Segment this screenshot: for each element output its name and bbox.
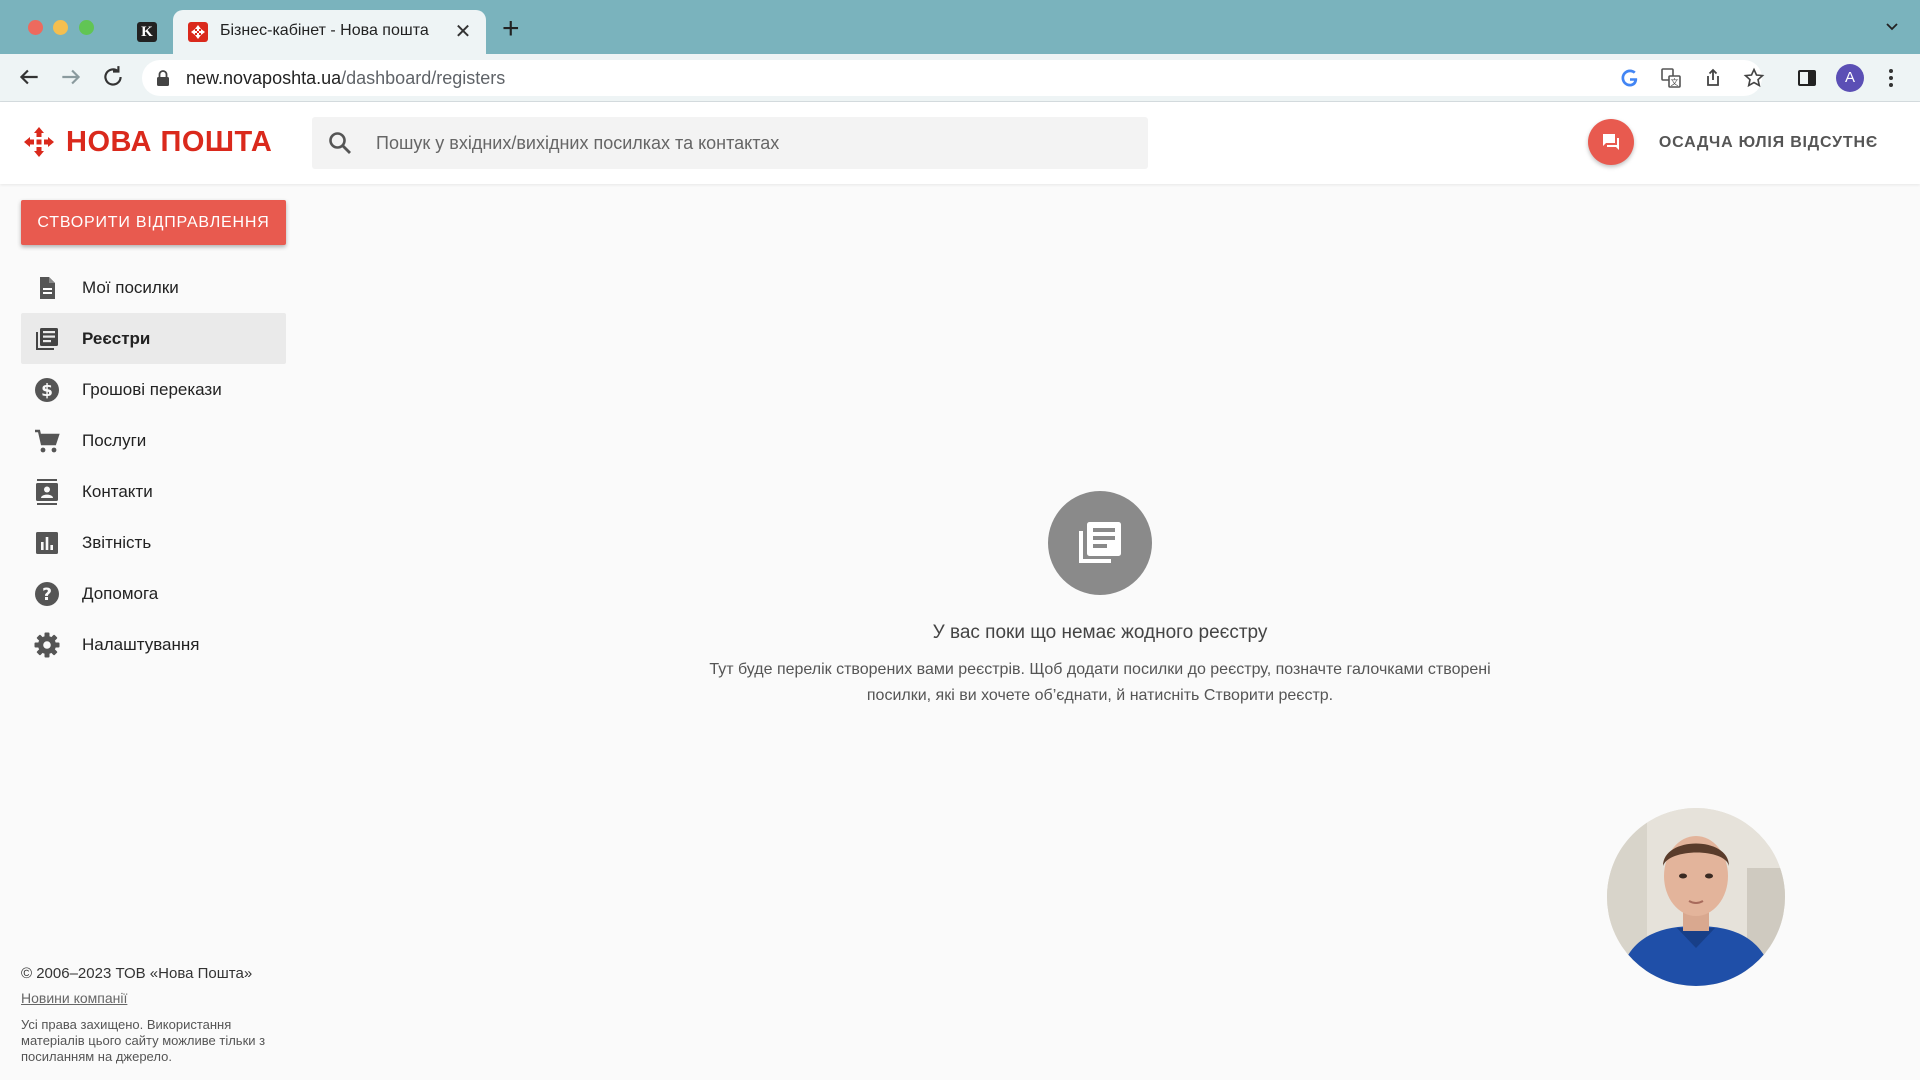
bar-chart-icon: [36, 532, 58, 554]
back-arrow-icon[interactable]: [16, 64, 42, 90]
dollar-icon: $: [35, 378, 59, 402]
registers-icon: [1079, 522, 1121, 563]
app-header: НОВА ПОШТА ОСАДЧА ЮЛІЯ ВІДСУТНЄ: [0, 102, 1920, 184]
browser-toolbar: new.novaposhta.ua/dashboard/registers 文 …: [0, 54, 1920, 102]
chevron-down-icon[interactable]: [1886, 20, 1898, 32]
share-icon[interactable]: [1702, 67, 1724, 89]
contacts-icon: [36, 479, 58, 505]
svg-text:$: $: [41, 381, 53, 401]
sidebar-item-reports[interactable]: Звітність: [21, 517, 286, 568]
novaposhta-logo[interactable]: НОВА ПОШТА: [22, 124, 272, 160]
sidebar-item-label: Грошові перекази: [82, 380, 222, 399]
sidebar-item-label: Допомога: [82, 584, 159, 603]
profile-avatar[interactable]: A: [1836, 64, 1864, 92]
sidebar-item-label: Послуги: [82, 431, 147, 450]
sidebar-item-money-transfers[interactable]: $ Грошові перекази: [21, 364, 286, 415]
sidebar-item-label: Контакти: [82, 482, 153, 501]
chat-button[interactable]: [1588, 119, 1634, 165]
rights-text: Усі права захищено. Використання матеріа…: [21, 1017, 266, 1064]
google-icon[interactable]: [1619, 67, 1641, 89]
chat-icon: [1603, 134, 1619, 150]
cart-icon: [35, 429, 60, 453]
empty-state-description: Тут буде перелік створених вами реєстрів…: [709, 661, 1491, 704]
novaposhta-favicon-icon: [188, 22, 208, 42]
translate-icon[interactable]: 文: [1660, 67, 1682, 89]
window-zoom-button[interactable]: [79, 20, 94, 35]
sidebar-item-registers[interactable]: Реєстри: [21, 313, 286, 364]
sidebar-item-services[interactable]: Послуги: [21, 415, 286, 466]
logo-text: НОВА ПОШТА: [66, 125, 273, 158]
company-news-link[interactable]: Новини компанії: [21, 990, 127, 1006]
document-icon: [40, 277, 55, 299]
copyright-text: © 2006–2023 ТОВ «Нова Пошта»: [21, 965, 253, 982]
registers-icon: [36, 328, 58, 350]
forward-arrow-icon[interactable]: [58, 64, 84, 90]
tab-close-icon[interactable]: ✕: [452, 19, 474, 44]
side-panel-icon[interactable]: [1795, 66, 1819, 90]
sidebar-item-help[interactable]: ? Допомога: [21, 568, 286, 619]
empty-state-title: У вас поки що немає жодного реєстру: [932, 622, 1268, 643]
window-minimize-button[interactable]: [53, 20, 68, 35]
webcam-overlay: [1607, 808, 1785, 986]
svg-text:文: 文: [1671, 77, 1679, 87]
lock-icon[interactable]: [156, 70, 170, 86]
pinned-tab[interactable]: K: [137, 22, 157, 42]
url-text: new.novaposhta.ua/dashboard/registers: [186, 68, 506, 88]
sidebar-item-my-parcels[interactable]: Мої посилки: [21, 262, 286, 313]
sidebar-item-label: Налаштування: [82, 635, 200, 654]
search-icon: [329, 132, 351, 154]
help-icon: ?: [35, 582, 59, 606]
sidebar-item-settings[interactable]: Налаштування: [21, 619, 286, 670]
svg-text:?: ?: [42, 585, 52, 605]
create-shipment-button[interactable]: СТВОРИТИ ВІДПРАВЛЕННЯ: [21, 200, 286, 245]
sidebar-item-contacts[interactable]: Контакти: [21, 466, 286, 517]
sidebar-item-label: Звітність: [82, 533, 152, 552]
logo-mark-icon: [24, 127, 54, 157]
more-menu-icon[interactable]: [1879, 66, 1903, 90]
empty-state-registers-icon: [1048, 491, 1152, 595]
new-tab-button[interactable]: +: [502, 14, 520, 44]
sidebar-item-label: Мої посилки: [82, 278, 179, 297]
active-tab[interactable]: Бізнес-кабінет - Нова пошта ✕: [173, 10, 486, 54]
bookmark-star-icon[interactable]: [1743, 67, 1765, 89]
tab-title: Бізнес-кабінет - Нова пошта: [220, 22, 429, 39]
search-box[interactable]: [312, 117, 1148, 169]
reload-icon[interactable]: [100, 64, 126, 90]
webcam-person-image: [1607, 808, 1785, 986]
user-name[interactable]: ОСАДЧА ЮЛІЯ ВІДСУТНЄ: [1659, 134, 1878, 152]
sidebar-item-label: Реєстри: [82, 329, 151, 348]
gear-icon: [34, 632, 60, 658]
browser-tab-bar: K Бізнес-кабінет - Нова пошта ✕ +: [0, 0, 1920, 54]
search-input[interactable]: [376, 117, 1136, 169]
sidebar-nav: Мої посилки Реєстри $ Грошові перекази П…: [21, 262, 286, 670]
window-close-button[interactable]: [28, 20, 43, 35]
address-bar[interactable]: new.novaposhta.ua/dashboard/registers 文: [142, 60, 1765, 96]
